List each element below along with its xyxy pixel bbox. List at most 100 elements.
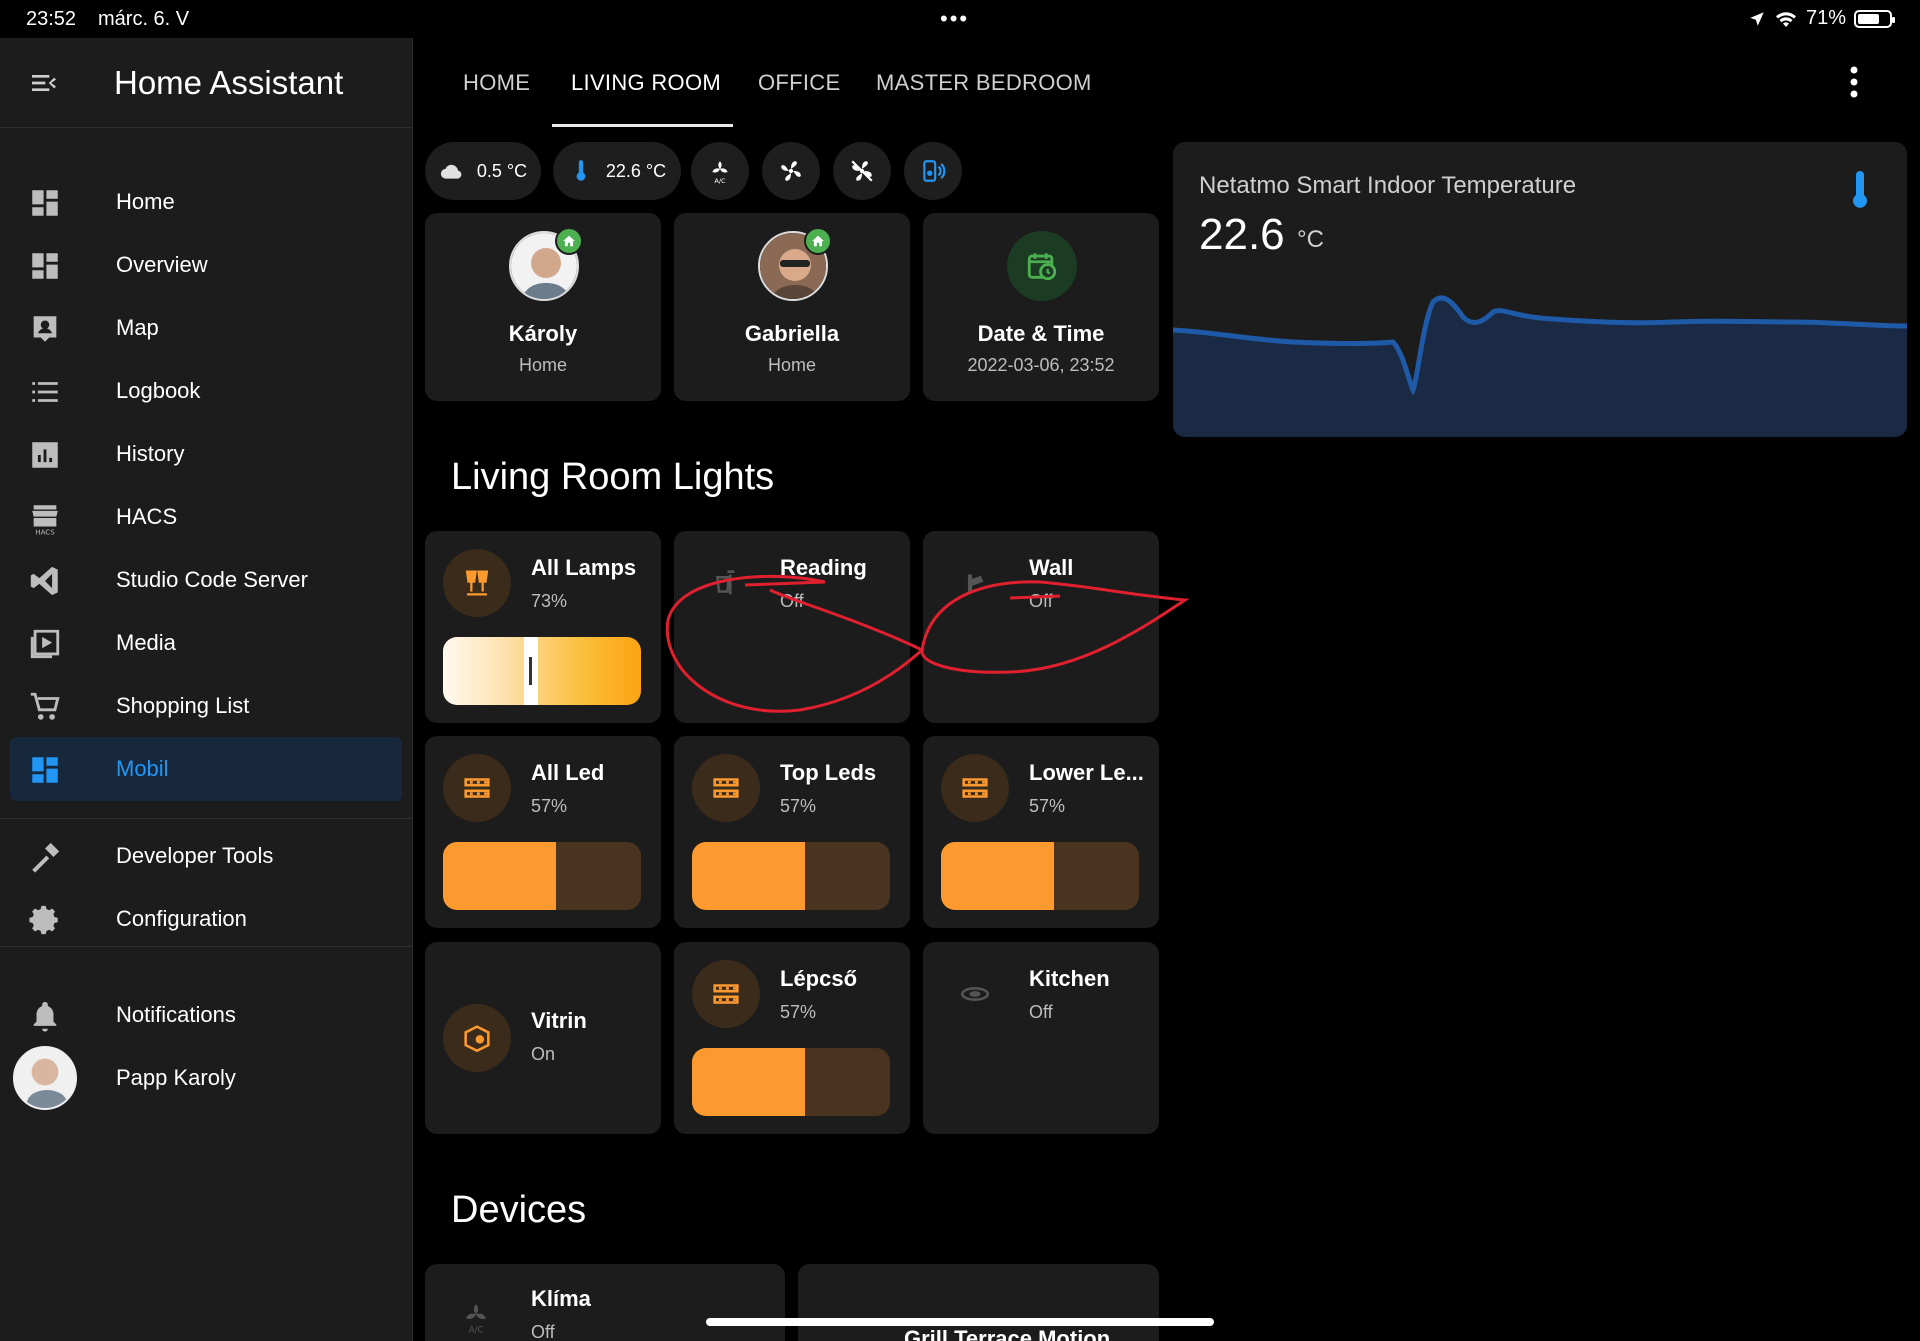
home-badge-icon xyxy=(804,227,832,255)
speaker-icon xyxy=(923,160,946,182)
sidebar-item-label: Papp Karoly xyxy=(116,1065,236,1090)
sidebar-item-developer-tools[interactable]: Developer Tools xyxy=(10,824,402,888)
sidebar-item-label: Studio Code Server xyxy=(116,567,308,592)
person-card-gabriella[interactable]: Gabriella Home xyxy=(674,213,910,401)
sidebar-item-label: Map xyxy=(116,315,159,340)
sidebar-item-label: Notifications xyxy=(116,1002,236,1027)
sidebar-item-logbook[interactable]: Logbook xyxy=(10,359,402,423)
light-card-kitchen[interactable]: Kitchen Off xyxy=(923,942,1159,1134)
lights-section-title: Living Room Lights xyxy=(451,456,775,498)
person-state: Home xyxy=(518,355,567,375)
sidebar-item-papp-karoly[interactable]: Papp Karoly xyxy=(10,1046,402,1110)
svg-text:A/C: A/C xyxy=(469,1326,484,1334)
tab-living-room[interactable]: LIVING ROOM xyxy=(571,70,721,96)
light-card-vitrin[interactable]: Vitrin On xyxy=(425,942,661,1134)
cloud-icon xyxy=(440,164,462,179)
status-date: márc. 6. V xyxy=(98,8,190,30)
light-name: All Led xyxy=(531,760,605,785)
light-state: On xyxy=(531,1044,556,1064)
battery-percent: 71% xyxy=(1805,7,1846,29)
sidebar-item-label: History xyxy=(116,441,185,466)
datetime-value: 2022-03-06, 23:52 xyxy=(967,355,1115,375)
svg-text:HACS: HACS xyxy=(35,527,55,535)
tab-master-bedroom[interactable]: MASTER BEDROOM xyxy=(876,70,1092,96)
brightness-slider[interactable] xyxy=(692,1048,890,1116)
device-name: Klíma xyxy=(531,1286,591,1311)
person-card-karoly[interactable]: Károly Home xyxy=(425,213,661,401)
brightness-fill xyxy=(941,842,1054,910)
sidebar-divider xyxy=(0,946,413,947)
calendar-clock-icon xyxy=(1007,231,1077,301)
device-card-grill-terrace-motion[interactable]: Grill Terrace Motion xyxy=(798,1264,1159,1341)
dashboard-icon xyxy=(32,190,58,216)
temperature-graph-card[interactable]: Netatmo Smart Indoor Temperature 22.6 °C xyxy=(1173,142,1907,437)
home-indicator-bar[interactable] xyxy=(706,1318,1214,1326)
light-card-all-led[interactable]: All Led 57% xyxy=(425,736,661,928)
sidebar-item-history[interactable]: History xyxy=(10,422,402,486)
multitask-dots-icon[interactable]: ••• xyxy=(940,6,969,32)
battery-icon xyxy=(1854,9,1895,28)
light-name: Vitrin xyxy=(531,1008,587,1033)
tab-office[interactable]: OFFICE xyxy=(758,70,840,96)
chip-fan-off[interactable] xyxy=(833,142,891,200)
sidebar-divider xyxy=(0,818,413,819)
light-card-all-lamps[interactable]: All Lamps 73% xyxy=(425,531,661,723)
temperature-history-graph xyxy=(1173,295,1907,437)
play-box-icon xyxy=(30,629,60,659)
sidebar-item-mobil[interactable]: Mobil xyxy=(10,737,402,801)
device-card-klima[interactable]: A/C Klíma Off xyxy=(425,1264,785,1341)
light-name: Kitchen xyxy=(1029,966,1110,991)
chart-bar-icon xyxy=(32,442,58,468)
led-strip-icon xyxy=(692,960,760,1028)
location-arrow-icon xyxy=(1750,11,1764,26)
slider-handle[interactable] xyxy=(524,637,539,705)
sidebar-item-label: Mobil xyxy=(116,756,169,781)
sidebar-item-label: Developer Tools xyxy=(116,843,274,868)
air-conditioner-icon: A/C xyxy=(466,1304,486,1334)
brightness-slider[interactable] xyxy=(692,842,890,910)
more-vertical-icon[interactable] xyxy=(1850,66,1858,98)
chip-fan[interactable] xyxy=(762,142,820,200)
chip-speaker[interactable] xyxy=(904,142,962,200)
sidebar-item-home[interactable]: Home xyxy=(10,170,402,234)
light-state: 57% xyxy=(780,1002,817,1022)
brightness-fill xyxy=(443,842,556,910)
chip-ac[interactable]: A/C xyxy=(691,142,749,200)
tab-home[interactable]: HOME xyxy=(463,70,530,96)
sidebar-item-configuration[interactable]: Configuration xyxy=(10,887,402,951)
light-card-lepcso[interactable]: Lépcső 57% xyxy=(674,942,910,1134)
gear-icon xyxy=(29,905,58,935)
lamps-icon xyxy=(443,549,511,617)
sidebar-item-label: Shopping List xyxy=(116,693,250,718)
light-name: Lépcső xyxy=(780,966,858,991)
sidebar-item-studio-code-server[interactable]: Studio Code Server xyxy=(10,548,402,612)
device-name: Grill Terrace Motion xyxy=(904,1326,1111,1341)
red-annotation-scribble xyxy=(665,574,1190,713)
chip-indoor-temp[interactable]: 22.6 °C xyxy=(553,142,681,200)
sidebar-item-media[interactable]: Media xyxy=(10,611,402,675)
sidebar-item-label: Overview xyxy=(116,252,208,277)
light-card-lower-leds[interactable]: Lower Le... 57% xyxy=(923,736,1159,928)
menu-open-icon[interactable] xyxy=(28,67,60,99)
person-state: Home xyxy=(767,355,816,375)
sidebar-item-map[interactable]: Map xyxy=(10,296,402,360)
sidebar-item-notifications[interactable]: Notifications xyxy=(10,983,402,1047)
chip-outdoor-temp[interactable]: 0.5 °C xyxy=(425,142,541,200)
light-card-top-leds[interactable]: Top Leds 57% xyxy=(674,736,910,928)
brightness-slider[interactable] xyxy=(443,842,641,910)
light-state: 57% xyxy=(780,796,817,816)
hacs-store-icon: HACS xyxy=(32,505,58,535)
sensor-name: Netatmo Smart Indoor Temperature xyxy=(1199,172,1577,199)
sidebar-item-overview[interactable]: Overview xyxy=(10,233,402,297)
sensor-unit: °C xyxy=(1297,226,1324,253)
sidebar-item-shopping-list[interactable]: Shopping List xyxy=(10,674,402,738)
brightness-slider[interactable] xyxy=(443,637,641,705)
light-state: 73% xyxy=(531,591,568,611)
bell-icon xyxy=(33,1001,57,1032)
datetime-card[interactable]: Date & Time 2022-03-06, 23:52 xyxy=(923,213,1159,401)
active-tab-indicator xyxy=(552,124,733,127)
sidebar-item-hacs[interactable]: HACS HACS xyxy=(10,485,402,549)
brightness-slider[interactable] xyxy=(941,842,1139,910)
sensor-value: 22.6 xyxy=(1199,210,1285,259)
fan-off-icon xyxy=(851,160,873,182)
